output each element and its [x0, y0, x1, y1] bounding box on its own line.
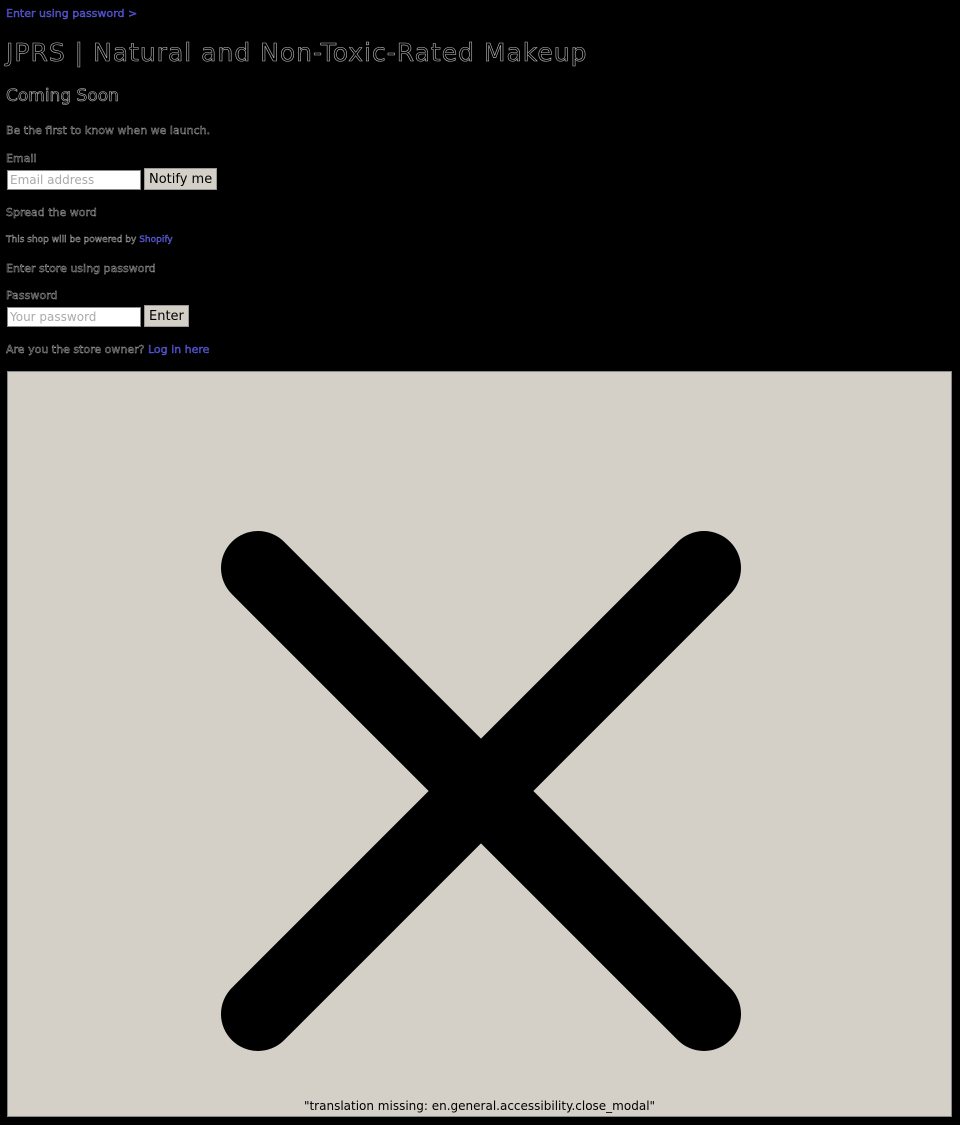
- password-input[interactable]: [7, 307, 141, 327]
- log-in-link[interactable]: Log in here: [148, 343, 210, 356]
- store-owner-line: Are you the store owner? Log in here: [6, 343, 210, 356]
- tagline: Be the first to know when we launch.: [6, 124, 211, 137]
- enter-using-password-link[interactable]: Enter using password >: [6, 7, 137, 20]
- shopify-link[interactable]: Shopify: [139, 235, 173, 245]
- close-modal-caption: "translation missing: en.general.accessi…: [303, 1099, 656, 1113]
- powered-by-text: This shop will be powered by: [6, 235, 140, 245]
- close-modal-button[interactable]: "translation missing: en.general.accessi…: [7, 371, 952, 1117]
- email-label: Email: [6, 152, 37, 165]
- coming-soon-heading: Coming Soon: [6, 86, 119, 107]
- enter-store-heading: Enter store using password: [6, 262, 156, 275]
- enter-button[interactable]: Enter: [144, 305, 189, 327]
- page-title: JPRS | Natural and Non-Toxic-Rated Makeu…: [6, 38, 588, 68]
- powered-by: This shop will be powered by Shopify: [6, 235, 173, 245]
- spread-the-word: Spread the word: [6, 206, 97, 219]
- email-input[interactable]: [7, 170, 141, 190]
- notify-me-button[interactable]: Notify me: [144, 168, 218, 190]
- store-owner-text: Are you the store owner?: [6, 343, 148, 356]
- password-label: Password: [6, 289, 58, 302]
- close-x-icon: [221, 531, 741, 1051]
